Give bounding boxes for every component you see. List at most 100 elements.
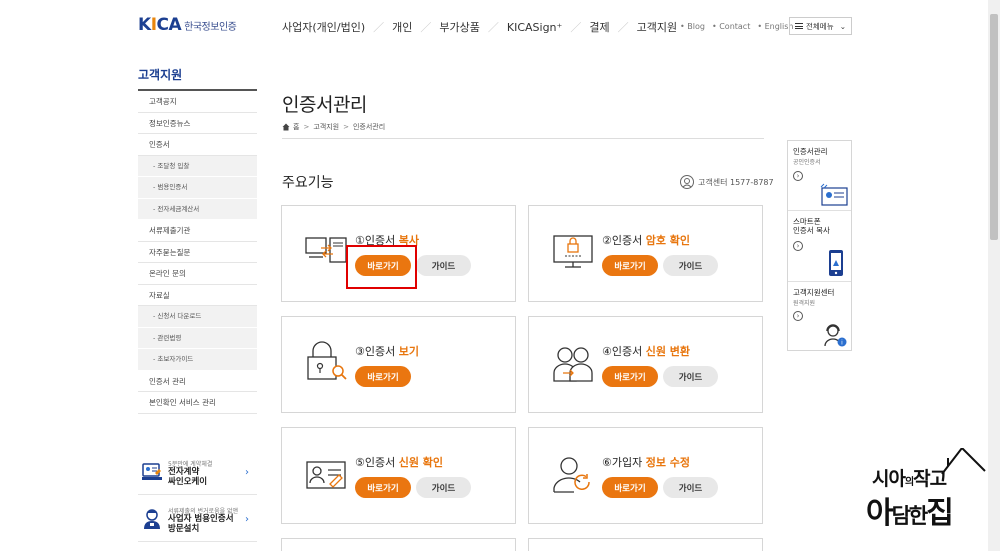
quick-item-remote-support[interactable]: 고객지원센터 원격지원 › i	[788, 282, 851, 351]
card-partial	[281, 538, 516, 551]
scrollbar-thumb[interactable]	[990, 14, 998, 240]
user-refresh-icon	[553, 457, 590, 493]
highlight-annotation	[346, 245, 417, 289]
card-cert-identity-check: ⑤인증서 신원 확인 바로가기 가이드	[281, 427, 516, 524]
card-partial	[528, 538, 763, 551]
breadcrumb-current: 인증서관리	[352, 123, 386, 131]
card-title: ⑤인증서 신원 확인	[355, 456, 444, 469]
card-title: ④인증서 신원 변환	[602, 345, 691, 358]
top-header: KICA 한국정보인증 사업자(개인/법인) ／ 개인 ／ 부가상품 ／ KICASi…	[0, 0, 988, 52]
cert-password-go-button[interactable]: 바로가기	[602, 255, 658, 276]
chevron-right-icon: ›	[793, 241, 803, 251]
watermark-line2: 아담한집	[866, 496, 954, 531]
logo-text: 한국정보인증	[184, 21, 237, 33]
banner-install-title: 사업자 범용인증서 방문설치	[168, 514, 234, 534]
quick-item-sub: 원격지원	[793, 300, 816, 307]
card-title: ③인증서 보기	[355, 345, 419, 358]
banner-esign-title: 전자계약 싸인오케이	[168, 467, 208, 487]
customer-center-phone: 고객센터 1577-8787	[698, 177, 774, 187]
breadcrumb-support[interactable]: 고객지원	[313, 122, 339, 132]
chevron-right-icon: ›	[245, 514, 249, 525]
nav-addons[interactable]: 부가상품	[439, 19, 479, 35]
sidebar-item[interactable]: 고객공지	[138, 91, 257, 113]
contract-icon	[142, 463, 162, 480]
quick-item-cert-manage[interactable]: 인증서관리 공인인증서 ›	[788, 141, 851, 211]
monitor-lock-icon	[553, 235, 593, 268]
technician-icon	[144, 509, 160, 529]
quick-item-sub: 공인인증서	[793, 159, 821, 166]
nav-separator: ／	[570, 21, 582, 34]
cert-identity-change-guide-button[interactable]: 가이드	[663, 366, 718, 387]
home-icon	[282, 123, 290, 131]
chevron-right-icon: ›	[793, 171, 803, 181]
nav-separator: ／	[617, 21, 629, 34]
cert-password-guide-button[interactable]: 가이드	[663, 255, 718, 276]
sidebar-item[interactable]: 정보인증뉴스	[138, 113, 257, 134]
sidebar-subitem[interactable]: - 초보자가이드	[138, 349, 257, 371]
hamburger-icon	[795, 23, 803, 29]
sidebar-subitem[interactable]: - 전자세금계산서	[138, 198, 257, 220]
users-transfer-icon	[553, 347, 593, 382]
cert-copy-icon	[305, 237, 347, 263]
nav-kicasign[interactable]: KICASign⁺	[507, 21, 562, 34]
card-cert-identity-change: ④인증서 신원 변환 바로가기 가이드	[528, 316, 763, 413]
content-divider	[282, 138, 764, 139]
page-title: 인증서관리	[282, 94, 367, 116]
sidebar-item[interactable]: 본인확인 서비스 관리	[138, 392, 257, 414]
sidebar-subitem[interactable]: - 신청서 다운로드	[138, 306, 257, 328]
member-info-edit-go-button[interactable]: 바로가기	[602, 477, 658, 498]
breadcrumb-separator: >	[303, 123, 310, 131]
breadcrumb: 홈 > 고객지원 > 인증서관리	[282, 122, 385, 132]
quick-item-smartphone-copy[interactable]: 스마트폰 인증서 복사 ›	[788, 211, 851, 282]
cert-identity-check-guide-button[interactable]: 가이드	[416, 477, 471, 498]
sidebar-subitem[interactable]: - 관련법령	[138, 327, 257, 349]
member-info-edit-guide-button[interactable]: 가이드	[663, 477, 718, 498]
nav-payment[interactable]: 결제	[589, 19, 609, 35]
sidebar-menu: 고객공지 정보인증뉴스 인증서 - 조달청 입찰 - 범용인증서 - 전자세금계산서 서류제…	[138, 91, 257, 414]
sidebar-title: 고객지원	[138, 68, 183, 82]
nav-support[interactable]: 고객지원	[637, 19, 677, 35]
cert-identity-check-go-button[interactable]: 바로가기	[355, 477, 411, 498]
all-menu-label: 전체메뉴	[806, 21, 834, 31]
nav-separator: ／	[420, 21, 432, 34]
cert-identity-change-go-button[interactable]: 바로가기	[602, 366, 658, 387]
cert-view-go-button[interactable]: 바로가기	[355, 366, 411, 387]
nav-personal[interactable]: 개인	[392, 19, 412, 35]
nav-business[interactable]: 사업자(개인/법인)	[282, 19, 365, 35]
sidebar-item[interactable]: 온라인 문의	[138, 263, 257, 285]
watermark-line1: 시아의작고	[872, 468, 947, 490]
card-cert-view: ③인증서 보기 바로가기	[281, 316, 516, 413]
section-title: 주요기능	[282, 175, 334, 191]
quick-item-title: 인증서관리	[793, 147, 828, 156]
util-contact[interactable]: • Contact	[712, 22, 750, 31]
blog-watermark-logo: 시아의작고 아담한집	[864, 448, 989, 548]
lock-search-icon	[307, 341, 347, 380]
support-agent-icon: i	[824, 324, 847, 347]
sidebar-item[interactable]: 자료실	[138, 285, 257, 306]
kica-logo[interactable]: KICA 한국정보인증	[138, 15, 237, 35]
util-blog[interactable]: • Blog	[680, 22, 705, 31]
chevron-down-icon: ⌄	[839, 21, 846, 31]
chevron-right-icon: ›	[245, 467, 249, 478]
sidebar-item[interactable]: 자주묻는질문	[138, 242, 257, 263]
id-card-icon	[306, 461, 346, 489]
nav-separator: ／	[373, 21, 385, 34]
smartphone-icon	[829, 250, 843, 276]
card-cert-password: ②인증서 암호 확인 바로가기 가이드	[528, 205, 763, 302]
sidebar-item[interactable]: 인증서 관리	[138, 371, 257, 392]
sidebar-item[interactable]: 인증서	[138, 134, 257, 156]
quick-item-title: 고객지원센터	[793, 288, 835, 297]
sidebar-item[interactable]: 서류제출기관	[138, 220, 257, 242]
breadcrumb-home[interactable]: 홈	[293, 122, 299, 132]
cert-copy-guide-button[interactable]: 가이드	[416, 255, 471, 276]
card-title: ⑥가입자 정보 수정	[602, 456, 691, 469]
banner-esign[interactable]: 5분만에 계약체결 전자계약 싸인오케이 ›	[138, 455, 257, 495]
chevron-right-icon: ›	[793, 311, 803, 321]
sidebar-subitem[interactable]: - 조달청 입찰	[138, 155, 257, 177]
sidebar-subitem[interactable]: - 범용인증서	[138, 177, 257, 199]
quick-menu: 인증서관리 공인인증서 › 스마트폰 인증서 복사 › 고객지원센터 원격지원 …	[787, 140, 852, 351]
all-menu-button[interactable]: 전체메뉴 ⌄	[789, 17, 852, 35]
breadcrumb-separator: >	[343, 123, 349, 131]
banner-onsite-install[interactable]: 서류제출의 번거로움을 없앤 사업자 범용인증서 방문설치 ›	[138, 502, 257, 542]
global-nav: 사업자(개인/법인) ／ 개인 ／ 부가상품 ／ KICASign⁺ ／ 결제 ／ 고객지…	[282, 19, 677, 35]
